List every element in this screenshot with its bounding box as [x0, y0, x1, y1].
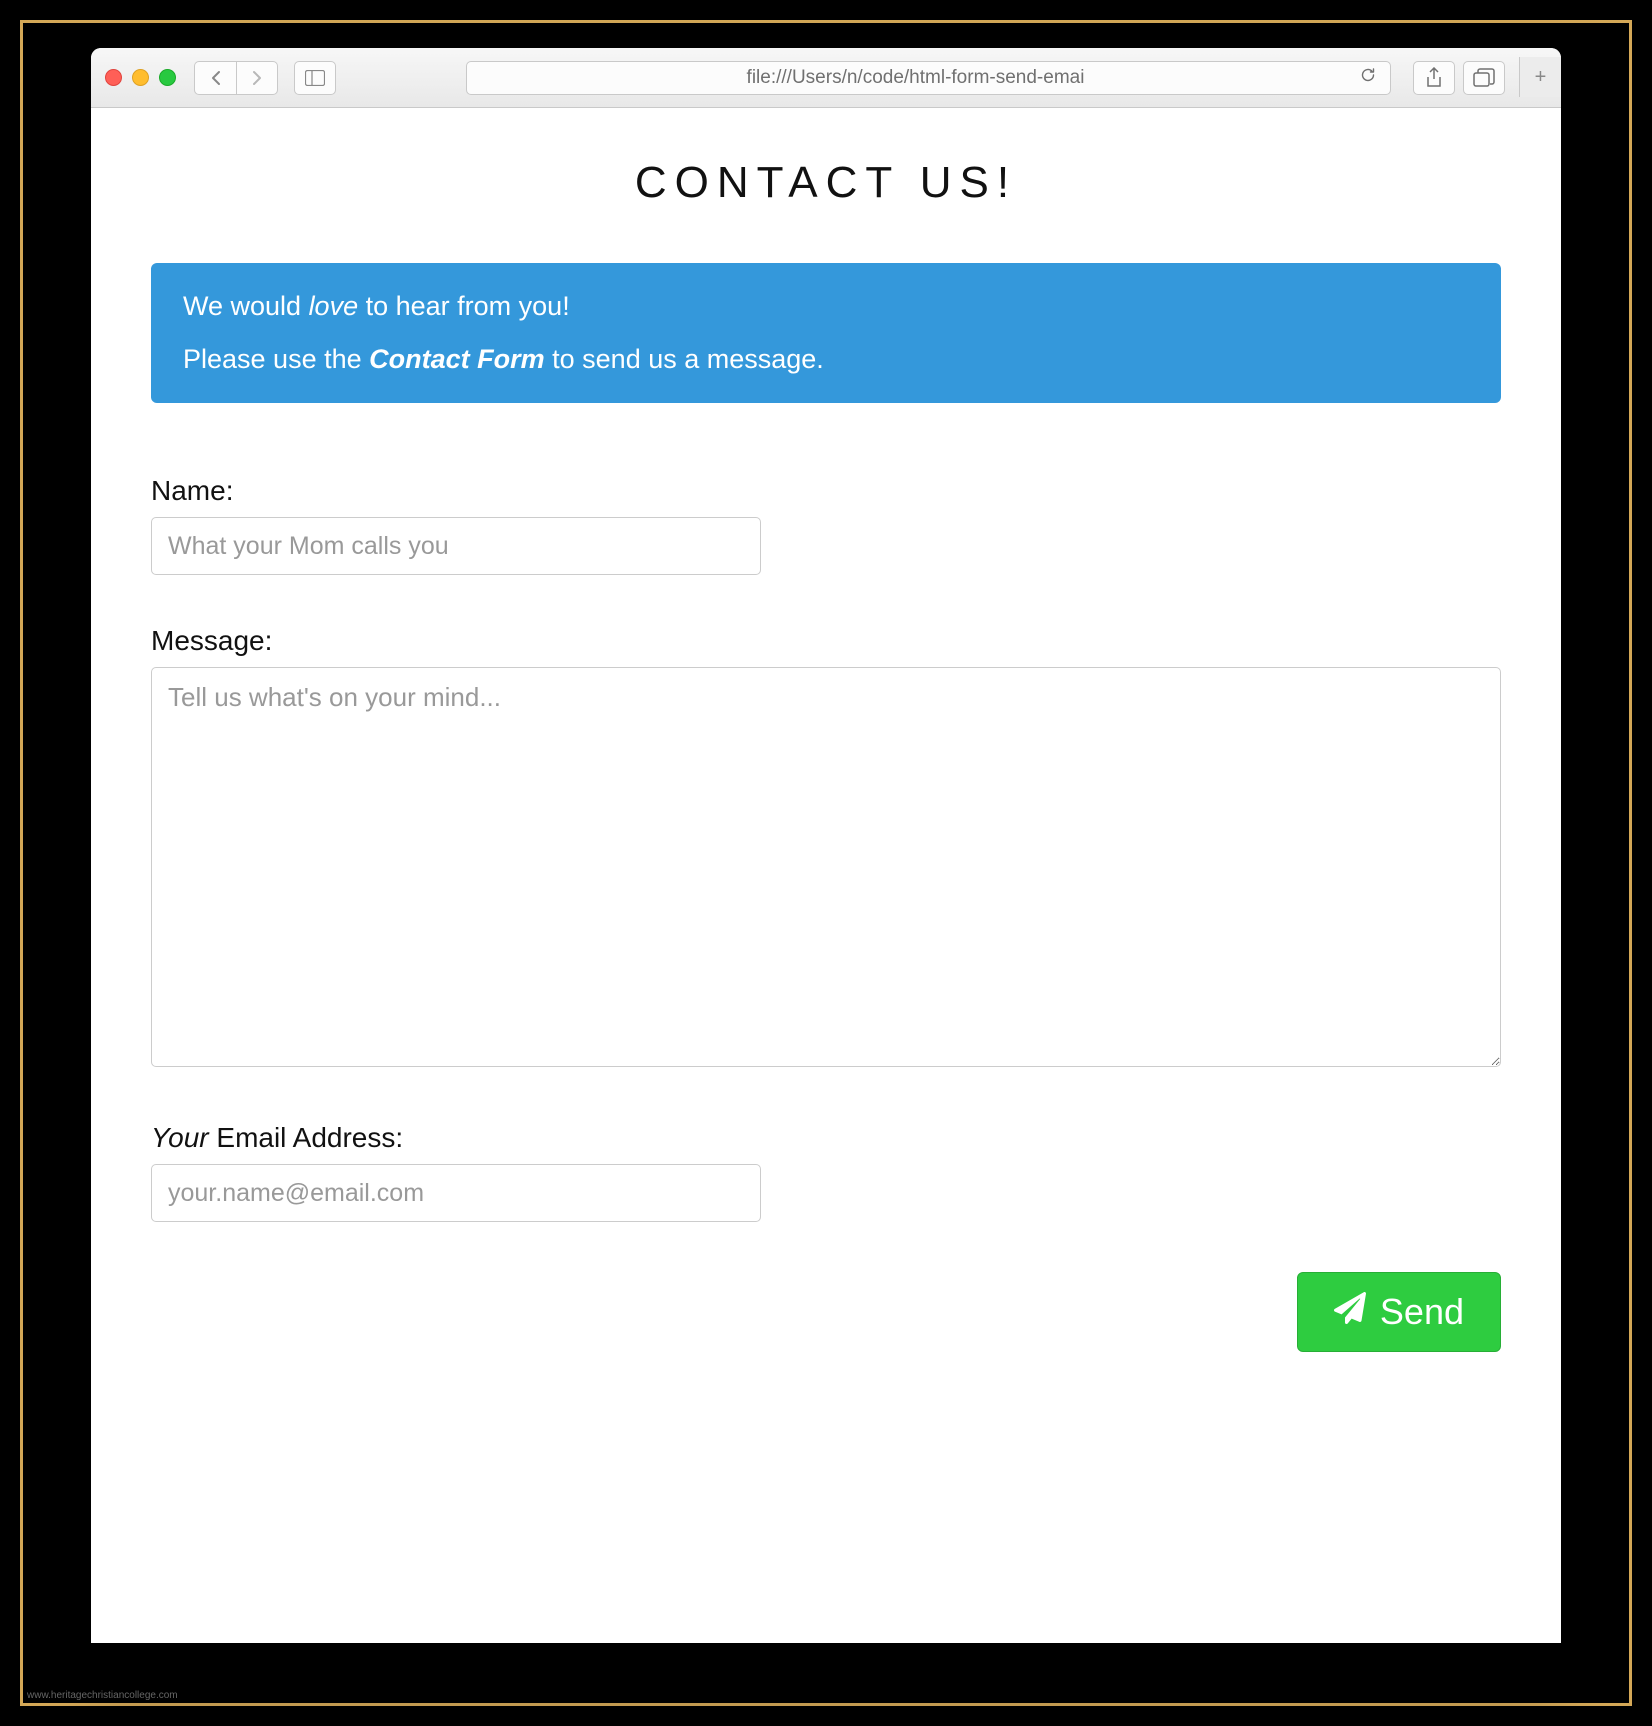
new-tab-button[interactable]: +	[1519, 57, 1561, 97]
toolbar-right: +	[1413, 58, 1547, 97]
reload-icon[interactable]	[1360, 67, 1376, 88]
email-group: Your Email Address:	[151, 1122, 1501, 1222]
browser-window: file:///Users/n/code/html-form-send-emai	[91, 48, 1561, 1643]
message-input[interactable]	[151, 667, 1501, 1067]
maximize-window-icon[interactable]	[159, 69, 176, 86]
share-button[interactable]	[1413, 61, 1455, 95]
sidebar-toggle-button[interactable]	[294, 61, 336, 95]
email-label: Your Email Address:	[151, 1122, 1501, 1154]
page-title: CONTACT US!	[151, 158, 1501, 208]
nav-buttons	[194, 61, 278, 95]
watermark: www.heritagechristiancollege.com	[27, 1690, 178, 1701]
back-button[interactable]	[194, 61, 236, 95]
tabs-icon	[1473, 68, 1495, 88]
address-bar[interactable]: file:///Users/n/code/html-form-send-emai	[466, 61, 1391, 95]
minimize-window-icon[interactable]	[132, 69, 149, 86]
page-content: CONTACT US! We would love to hear from y…	[91, 108, 1561, 1643]
info-box: We would love to hear from you! Please u…	[151, 263, 1501, 403]
send-label: Send	[1380, 1291, 1464, 1333]
tabs-button[interactable]	[1463, 61, 1505, 95]
share-icon	[1425, 67, 1443, 89]
close-window-icon[interactable]	[105, 69, 122, 86]
address-text: file:///Users/n/code/html-form-send-emai	[481, 67, 1350, 89]
forward-button[interactable]	[236, 61, 278, 95]
paper-plane-icon	[1334, 1291, 1366, 1333]
window-controls	[105, 69, 176, 86]
name-label: Name:	[151, 475, 1501, 507]
name-group: Name:	[151, 475, 1501, 575]
send-button[interactable]: Send	[1297, 1272, 1501, 1352]
info-line-2: Please use the Contact Form to send us a…	[183, 344, 1469, 375]
info-line-1: We would love to hear from you!	[183, 291, 1469, 322]
send-row: Send	[151, 1272, 1501, 1352]
browser-toolbar: file:///Users/n/code/html-form-send-emai	[91, 48, 1561, 108]
sidebar-icon	[305, 70, 325, 86]
name-input[interactable]	[151, 517, 761, 575]
message-label: Message:	[151, 625, 1501, 657]
email-input[interactable]	[151, 1164, 761, 1222]
message-group: Message:	[151, 625, 1501, 1072]
